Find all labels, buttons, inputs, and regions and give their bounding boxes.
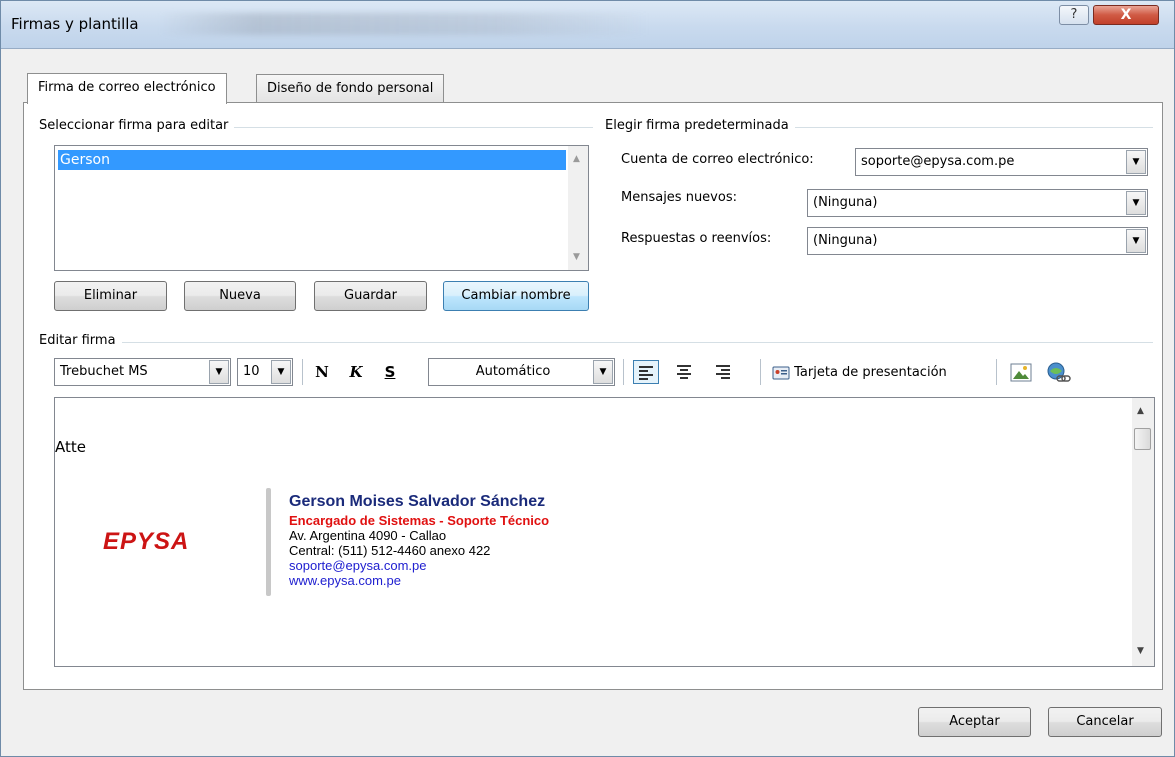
signatures-dialog: Firmas y plantilla ? X Firma de correo e…: [0, 0, 1175, 757]
signature-address: Av. Argentina 4090 - Callao: [289, 528, 447, 543]
italic-button[interactable]: K: [345, 363, 367, 381]
align-right-icon: [716, 365, 730, 379]
tab-label: Firma de correo electrónico: [38, 80, 216, 95]
font-size-value: 10: [243, 364, 260, 379]
replies-value: (Ninguna): [813, 233, 878, 248]
dropdown-arrow-icon[interactable]: ▼: [271, 360, 291, 384]
signature-greeting: Atte: [55, 438, 86, 456]
select-signature-label: Seleccionar firma para editar: [39, 118, 235, 133]
font-color-select[interactable]: Automático ▼: [428, 358, 615, 386]
scroll-up-icon[interactable]: ▲: [1137, 406, 1144, 416]
tab-personal-stationery[interactable]: Diseño de fondo personal: [256, 74, 445, 104]
group-divider: [39, 342, 1153, 343]
font-size-select[interactable]: 10 ▼: [237, 358, 293, 386]
signature-name: Gerson Moises Salvador Sánchez: [289, 493, 546, 510]
account-label: Cuenta de correo electrónico:: [621, 152, 814, 167]
dropdown-arrow-icon[interactable]: ▼: [1126, 229, 1146, 253]
font-color-value: Automático: [475, 364, 551, 379]
signature-role: Encargado de Sistemas - Soporte Técnico: [289, 513, 550, 528]
align-left-button[interactable]: [633, 360, 659, 384]
default-signature-label: Elegir firma predeterminada: [605, 118, 795, 133]
toolbar-separator: [623, 359, 624, 385]
editor-scrollbar[interactable]: ▲ ▼: [1132, 398, 1154, 666]
align-center-button[interactable]: [672, 360, 698, 384]
new-messages-value: (Ninguna): [813, 195, 878, 210]
signature-email: soporte@epysa.com.pe: [289, 558, 427, 573]
new-button[interactable]: Nueva: [184, 281, 296, 311]
account-select[interactable]: soporte@epysa.com.pe ▼: [855, 148, 1148, 176]
new-messages-label: Mensajes nuevos:: [621, 190, 737, 205]
close-button[interactable]: X: [1093, 5, 1159, 25]
list-item[interactable]: Gerson: [58, 150, 566, 170]
save-button[interactable]: Guardar: [314, 281, 427, 311]
dropdown-arrow-icon[interactable]: ▼: [1126, 191, 1146, 215]
tab-label: Diseño de fondo personal: [267, 81, 434, 96]
tab-email-signature[interactable]: Firma de correo electrónico: [27, 73, 227, 104]
background-blur: [159, 13, 649, 35]
delete-button[interactable]: Eliminar: [54, 281, 167, 311]
list-scrollbar[interactable]: ▲ ▼: [568, 146, 588, 270]
dropdown-arrow-icon[interactable]: ▼: [209, 360, 229, 384]
font-name-value: Trebuchet MS: [60, 364, 148, 379]
image-icon: [1010, 363, 1032, 382]
align-center-icon: [677, 365, 691, 379]
company-logo: EPYSA: [103, 528, 190, 555]
dropdown-arrow-icon[interactable]: ▼: [1126, 150, 1146, 174]
account-value: soporte@epysa.com.pe: [861, 154, 1015, 169]
align-left-icon: [639, 366, 653, 380]
window-title: Firmas y plantilla: [11, 15, 139, 33]
signature-list[interactable]: Gerson ▲ ▼: [54, 145, 589, 271]
help-button[interactable]: ?: [1059, 5, 1089, 25]
scroll-up-icon[interactable]: ▲: [573, 154, 580, 164]
scroll-down-icon[interactable]: ▼: [1137, 646, 1144, 656]
hyperlink-icon: [1047, 362, 1071, 382]
signature-editor[interactable]: Atte EPYSA Gerson Moises Salvador Sánche…: [54, 397, 1155, 667]
new-messages-select[interactable]: (Ninguna) ▼: [807, 189, 1148, 217]
rename-button[interactable]: Cambiar nombre: [443, 281, 589, 311]
replies-label: Respuestas o reenvíos:: [621, 231, 772, 246]
font-name-select[interactable]: Trebuchet MS ▼: [54, 358, 231, 386]
signature-phone: Central: (511) 512-4460 anexo 422: [289, 543, 491, 558]
bold-button[interactable]: N: [311, 363, 333, 381]
signature-divider: [266, 488, 271, 596]
ok-button[interactable]: Aceptar: [918, 707, 1031, 737]
toolbar-separator: [760, 359, 761, 385]
toolbar-separator: [302, 359, 303, 385]
replies-select[interactable]: (Ninguna) ▼: [807, 227, 1148, 255]
edit-signature-label: Editar firma: [39, 333, 122, 348]
toolbar-separator: [996, 359, 997, 385]
business-card-label: Tarjeta de presentación: [794, 365, 947, 380]
align-right-button[interactable]: [711, 360, 737, 384]
insert-image-button[interactable]: [1010, 363, 1032, 387]
underline-button[interactable]: S: [379, 363, 401, 381]
signature-web: www.epysa.com.pe: [289, 573, 401, 588]
insert-hyperlink-button[interactable]: [1046, 361, 1072, 389]
business-card-button[interactable]: Tarjeta de presentación: [772, 361, 947, 385]
scroll-down-icon[interactable]: ▼: [573, 252, 580, 262]
dropdown-arrow-icon[interactable]: ▼: [593, 360, 613, 384]
business-card-icon: [772, 366, 790, 379]
cancel-button[interactable]: Cancelar: [1048, 707, 1162, 737]
scrollbar-thumb[interactable]: [1134, 428, 1151, 450]
title-bar[interactable]: Firmas y plantilla ? X: [1, 1, 1174, 49]
